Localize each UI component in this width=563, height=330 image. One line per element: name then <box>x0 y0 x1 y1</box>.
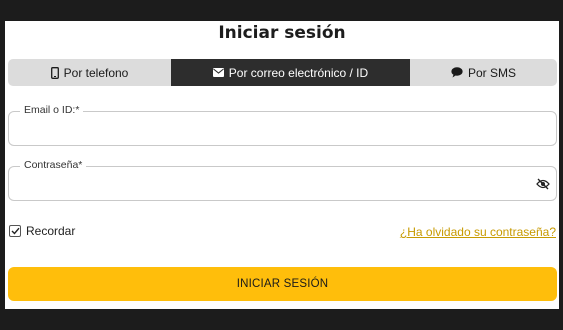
tab-sms[interactable]: Por SMS <box>410 59 557 86</box>
remember-me-checkbox[interactable]: Recordar <box>9 224 75 238</box>
email-field-label: Email o ID:* <box>20 104 84 116</box>
tab-phone[interactable]: Por telefono <box>8 59 171 86</box>
checkbox-box[interactable] <box>9 225 21 237</box>
login-button[interactable]: INICIAR SESIÓN <box>8 267 557 301</box>
password-field: Contraseña* <box>8 159 557 201</box>
login-panel: Iniciar sesión Por telefono Por correo e… <box>5 21 559 309</box>
password-field-label: Contraseña* <box>20 159 87 171</box>
envelope-icon <box>212 68 224 77</box>
remember-me-label: Recordar <box>26 224 76 238</box>
phone-icon <box>50 66 59 79</box>
checkmark-icon <box>11 227 20 235</box>
password-input[interactable] <box>21 177 521 193</box>
forgot-password-link[interactable]: ¿Ha olvidado su contraseña? <box>400 225 556 239</box>
email-field: Email o ID:* <box>8 104 557 146</box>
page-title: Iniciar sesión <box>218 23 346 43</box>
login-method-tabs: Por telefono Por correo electrónico / ID… <box>8 59 557 86</box>
tab-sms-label: Por SMS <box>467 65 516 80</box>
tab-email[interactable]: Por correo electrónico / ID <box>171 59 410 86</box>
email-input[interactable] <box>21 122 521 138</box>
tab-email-label: Por correo electrónico / ID <box>228 65 369 80</box>
eye-slash-icon[interactable] <box>536 178 550 190</box>
chat-bubble-icon <box>451 67 463 78</box>
tab-phone-label: Por telefono <box>63 65 129 80</box>
